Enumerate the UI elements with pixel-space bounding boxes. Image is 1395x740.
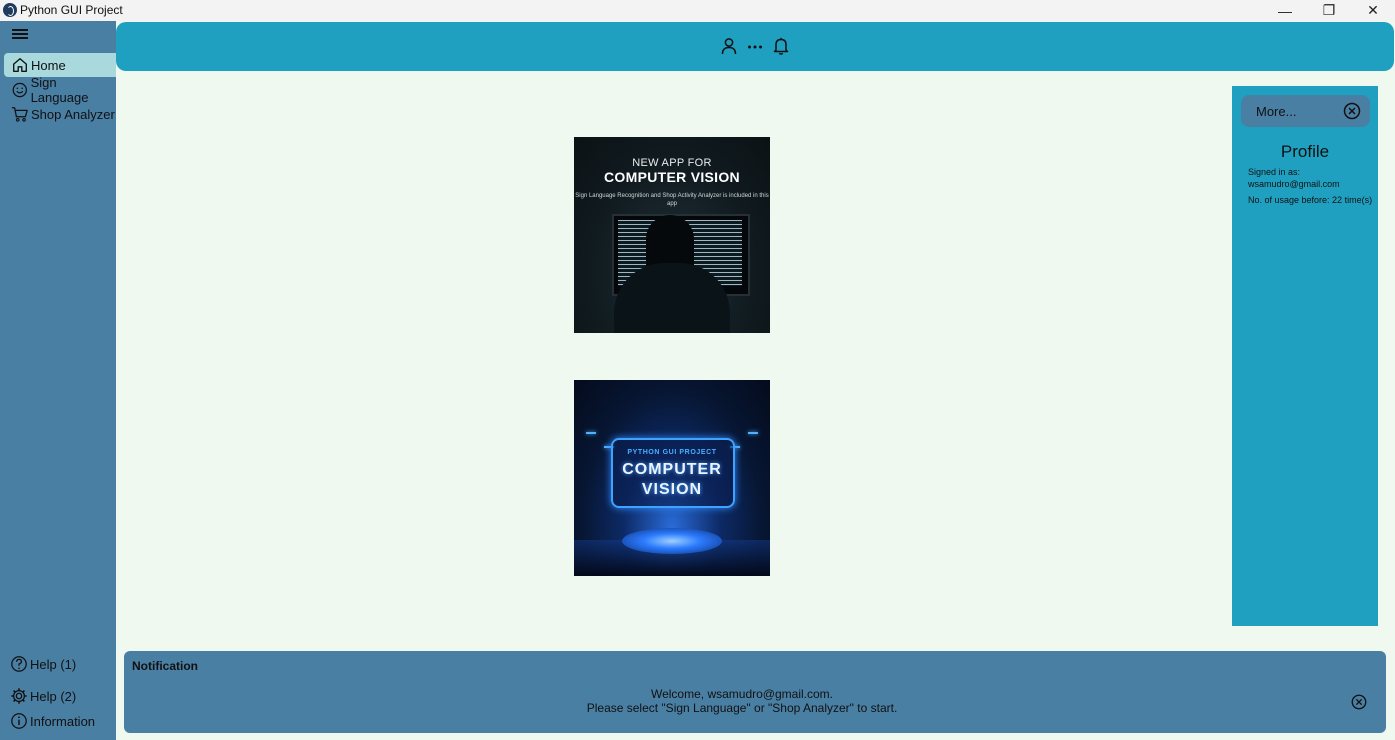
- usage-count: No. of usage before: 22 time(s): [1248, 195, 1373, 205]
- glowing-pad: [622, 528, 722, 554]
- window-title: Python GUI Project: [20, 3, 123, 17]
- banner-1-subtitle: NEW APP FOR: [632, 157, 712, 169]
- computer-vision-banner-1: NEW APP FOR COMPUTER VISION Sign Languag…: [574, 137, 770, 333]
- close-circle-icon[interactable]: [1342, 101, 1362, 121]
- notification-title: Notification: [132, 659, 198, 673]
- close-window-button[interactable]: ✕: [1351, 0, 1395, 21]
- sidebar: Home Sign Language Shop Analyzer Help (1…: [0, 21, 116, 740]
- more-icon[interactable]: [745, 36, 765, 56]
- app-icon: [3, 3, 17, 17]
- smile-icon: [12, 82, 27, 98]
- gear-icon: [11, 688, 27, 704]
- computer-vision-banner-2: PYTHON GUI PROJECT COMPUTER VISION: [574, 380, 770, 576]
- profile-title: Profile: [1280, 142, 1330, 161]
- close-notification-icon[interactable]: [1350, 693, 1368, 711]
- user-email: wsamudro@gmail.com: [1248, 179, 1340, 189]
- question-icon: [11, 656, 27, 672]
- banner-1-title: COMPUTER VISION: [604, 169, 740, 185]
- help-1-button[interactable]: Help (1): [10, 655, 76, 673]
- help-2-button[interactable]: Help (2): [10, 687, 76, 705]
- restore-button[interactable]: ❐: [1307, 0, 1351, 21]
- sidebar-item-label: Sign Language: [30, 75, 89, 105]
- cart-icon: [11, 107, 28, 122]
- hamburger-menu-icon[interactable]: [12, 29, 28, 39]
- sidebar-item-home[interactable]: Home: [4, 53, 116, 77]
- more-label: More...: [1256, 104, 1297, 119]
- sidebar-item-label: Home: [31, 57, 66, 73]
- notification-panel: Notification Welcome, wsamudro@gmail.com…: [124, 651, 1386, 733]
- banner-2-title-line1: COMPUTER: [622, 461, 722, 478]
- sidebar-item-sign-language[interactable]: Sign Language: [4, 75, 116, 105]
- banner-1-caption: Sign Language Recognition and Shop Activ…: [575, 193, 769, 207]
- notification-message: Welcome, wsamudro@gmail.com. Please sele…: [124, 687, 1360, 715]
- signed-in-label: Signed in as:: [1248, 167, 1301, 177]
- banner-2-title-line2: VISION: [641, 481, 703, 498]
- banner-2-subtitle: PYTHON GUI PROJECT: [627, 449, 717, 456]
- profile-panel: More... Profile Signed in as: wsamudro@g…: [1232, 86, 1378, 626]
- home-icon: [13, 58, 27, 72]
- banner-2-title: COMPUTER VISION: [574, 460, 770, 500]
- help-1-label: Help (1): [30, 656, 77, 672]
- information-button[interactable]: Information: [10, 712, 95, 730]
- sidebar-item-shop-analyzer[interactable]: Shop Analyzer: [4, 102, 116, 126]
- sidebar-item-label: Shop Analyzer: [31, 106, 115, 122]
- help-2-label: Help (2): [30, 688, 77, 704]
- more-button[interactable]: More...: [1241, 95, 1370, 127]
- title-bar: Python GUI Project — ❐ ✕: [0, 0, 1395, 21]
- user-icon[interactable]: [719, 36, 739, 56]
- top-bar: [116, 22, 1394, 71]
- minimize-button[interactable]: —: [1263, 0, 1307, 21]
- info-icon: [11, 713, 27, 729]
- bell-icon[interactable]: [771, 36, 791, 56]
- notification-line-2: Please select "Sign Language" or "Shop A…: [586, 701, 898, 715]
- notification-line-1: Welcome, wsamudro@gmail.com.: [650, 687, 833, 701]
- information-label: Information: [30, 713, 96, 729]
